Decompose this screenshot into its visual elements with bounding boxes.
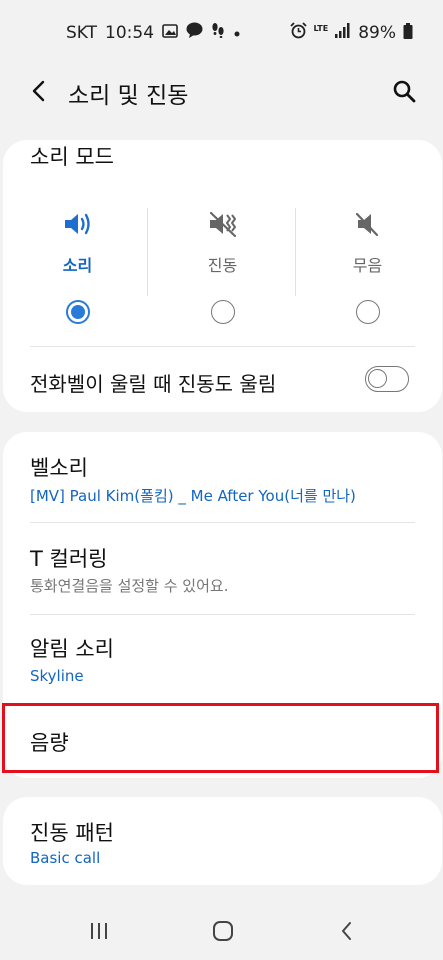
t-coloring-title: T 컬러링 xyxy=(30,547,108,571)
t-coloring-row[interactable]: T 컬러링 통화연결음을 설정할 수 있어요. xyxy=(3,523,442,613)
vibration-pattern-card: 진동 패턴 Basic call xyxy=(3,797,442,885)
ringtone-value: [MV] Paul Kim(폴킴) _ Me After You(너를 만나) xyxy=(30,487,356,505)
more-notifications-icon xyxy=(233,23,241,43)
column-divider xyxy=(147,208,148,296)
vibrate-while-ringing-toggle[interactable] xyxy=(365,366,409,392)
signal-icon xyxy=(335,23,351,43)
volume-row[interactable]: 음량 xyxy=(3,704,442,774)
home-button[interactable] xyxy=(208,916,238,946)
clock: 10:54 xyxy=(105,22,155,43)
home-icon xyxy=(213,921,233,941)
notification-sound-value: Skyline xyxy=(30,667,84,685)
mode-option-sound[interactable]: 소리 xyxy=(5,210,150,340)
vibration-pattern-title: 진동 패턴 xyxy=(30,821,114,845)
back-button[interactable] xyxy=(26,78,52,104)
mode-option-mute[interactable]: 무음 xyxy=(295,210,440,340)
navigation-bar xyxy=(0,900,443,960)
vibrate-icon xyxy=(209,211,236,238)
status-bar: SKT 10:54 LTE 89% xyxy=(0,0,443,66)
search-icon xyxy=(393,80,416,103)
search-button[interactable] xyxy=(391,78,417,104)
back-arrow-icon xyxy=(32,80,45,102)
chat-notification-icon xyxy=(186,22,203,43)
network-type-label: LTE xyxy=(313,24,329,33)
ringtone-title: 벨소리 xyxy=(30,456,88,480)
alarm-icon xyxy=(289,22,307,44)
notification-sound-row[interactable]: 알림 소리 Skyline xyxy=(3,615,442,701)
radio-sound[interactable] xyxy=(65,300,90,324)
mode-option-vibrate[interactable]: 진동 xyxy=(150,210,295,340)
sound-settings-card: 벨소리 [MV] Paul Kim(폴킴) _ Me After You(너를 … xyxy=(3,432,442,778)
mode-label-vibrate: 진동 xyxy=(207,256,238,275)
sound-icon xyxy=(64,213,90,235)
carrier-label: SKT xyxy=(66,22,98,43)
back-nav-icon xyxy=(342,922,351,940)
app-bar: 소리 및 진동 xyxy=(0,66,443,116)
sound-mode-card: 소리 모드 소리 진동 무음 전화벨이 울릴 때 진동도 울림 xyxy=(3,140,442,412)
vibration-pattern-value: Basic call xyxy=(30,849,101,867)
status-right: LTE 89% xyxy=(289,22,414,44)
radio-mute[interactable] xyxy=(355,300,380,324)
recent-apps-button[interactable] xyxy=(84,916,114,946)
mute-icon xyxy=(355,212,378,237)
page-title: 소리 및 진동 xyxy=(68,83,189,109)
back-nav-button[interactable] xyxy=(332,916,362,946)
vibration-pattern-row[interactable]: 진동 패턴 Basic call xyxy=(3,797,442,885)
vibrate-while-ringing-label: 전화벨이 울릴 때 진동도 울림 xyxy=(30,372,277,396)
mode-label-sound: 소리 xyxy=(62,256,93,275)
mode-label-mute: 무음 xyxy=(352,256,383,275)
recent-apps-icon xyxy=(91,923,107,939)
vibrate-while-ringing-row[interactable]: 전화벨이 울릴 때 진동도 울림 xyxy=(3,347,442,412)
sound-mode-title: 소리 모드 xyxy=(30,145,114,169)
battery-percent: 89% xyxy=(358,23,396,43)
status-left: SKT 10:54 xyxy=(66,22,241,43)
volume-title: 음량 xyxy=(30,731,69,755)
notification-sound-title: 알림 소리 xyxy=(30,637,114,661)
battery-icon xyxy=(403,22,413,44)
t-coloring-description: 통화연결음을 설정할 수 있어요. xyxy=(30,577,229,595)
gallery-notification-icon xyxy=(162,23,178,43)
ringtone-row[interactable]: 벨소리 [MV] Paul Kim(폴킴) _ Me After You(너를 … xyxy=(3,432,442,522)
radio-vibrate[interactable] xyxy=(210,300,235,324)
steps-notification-icon xyxy=(211,22,225,43)
